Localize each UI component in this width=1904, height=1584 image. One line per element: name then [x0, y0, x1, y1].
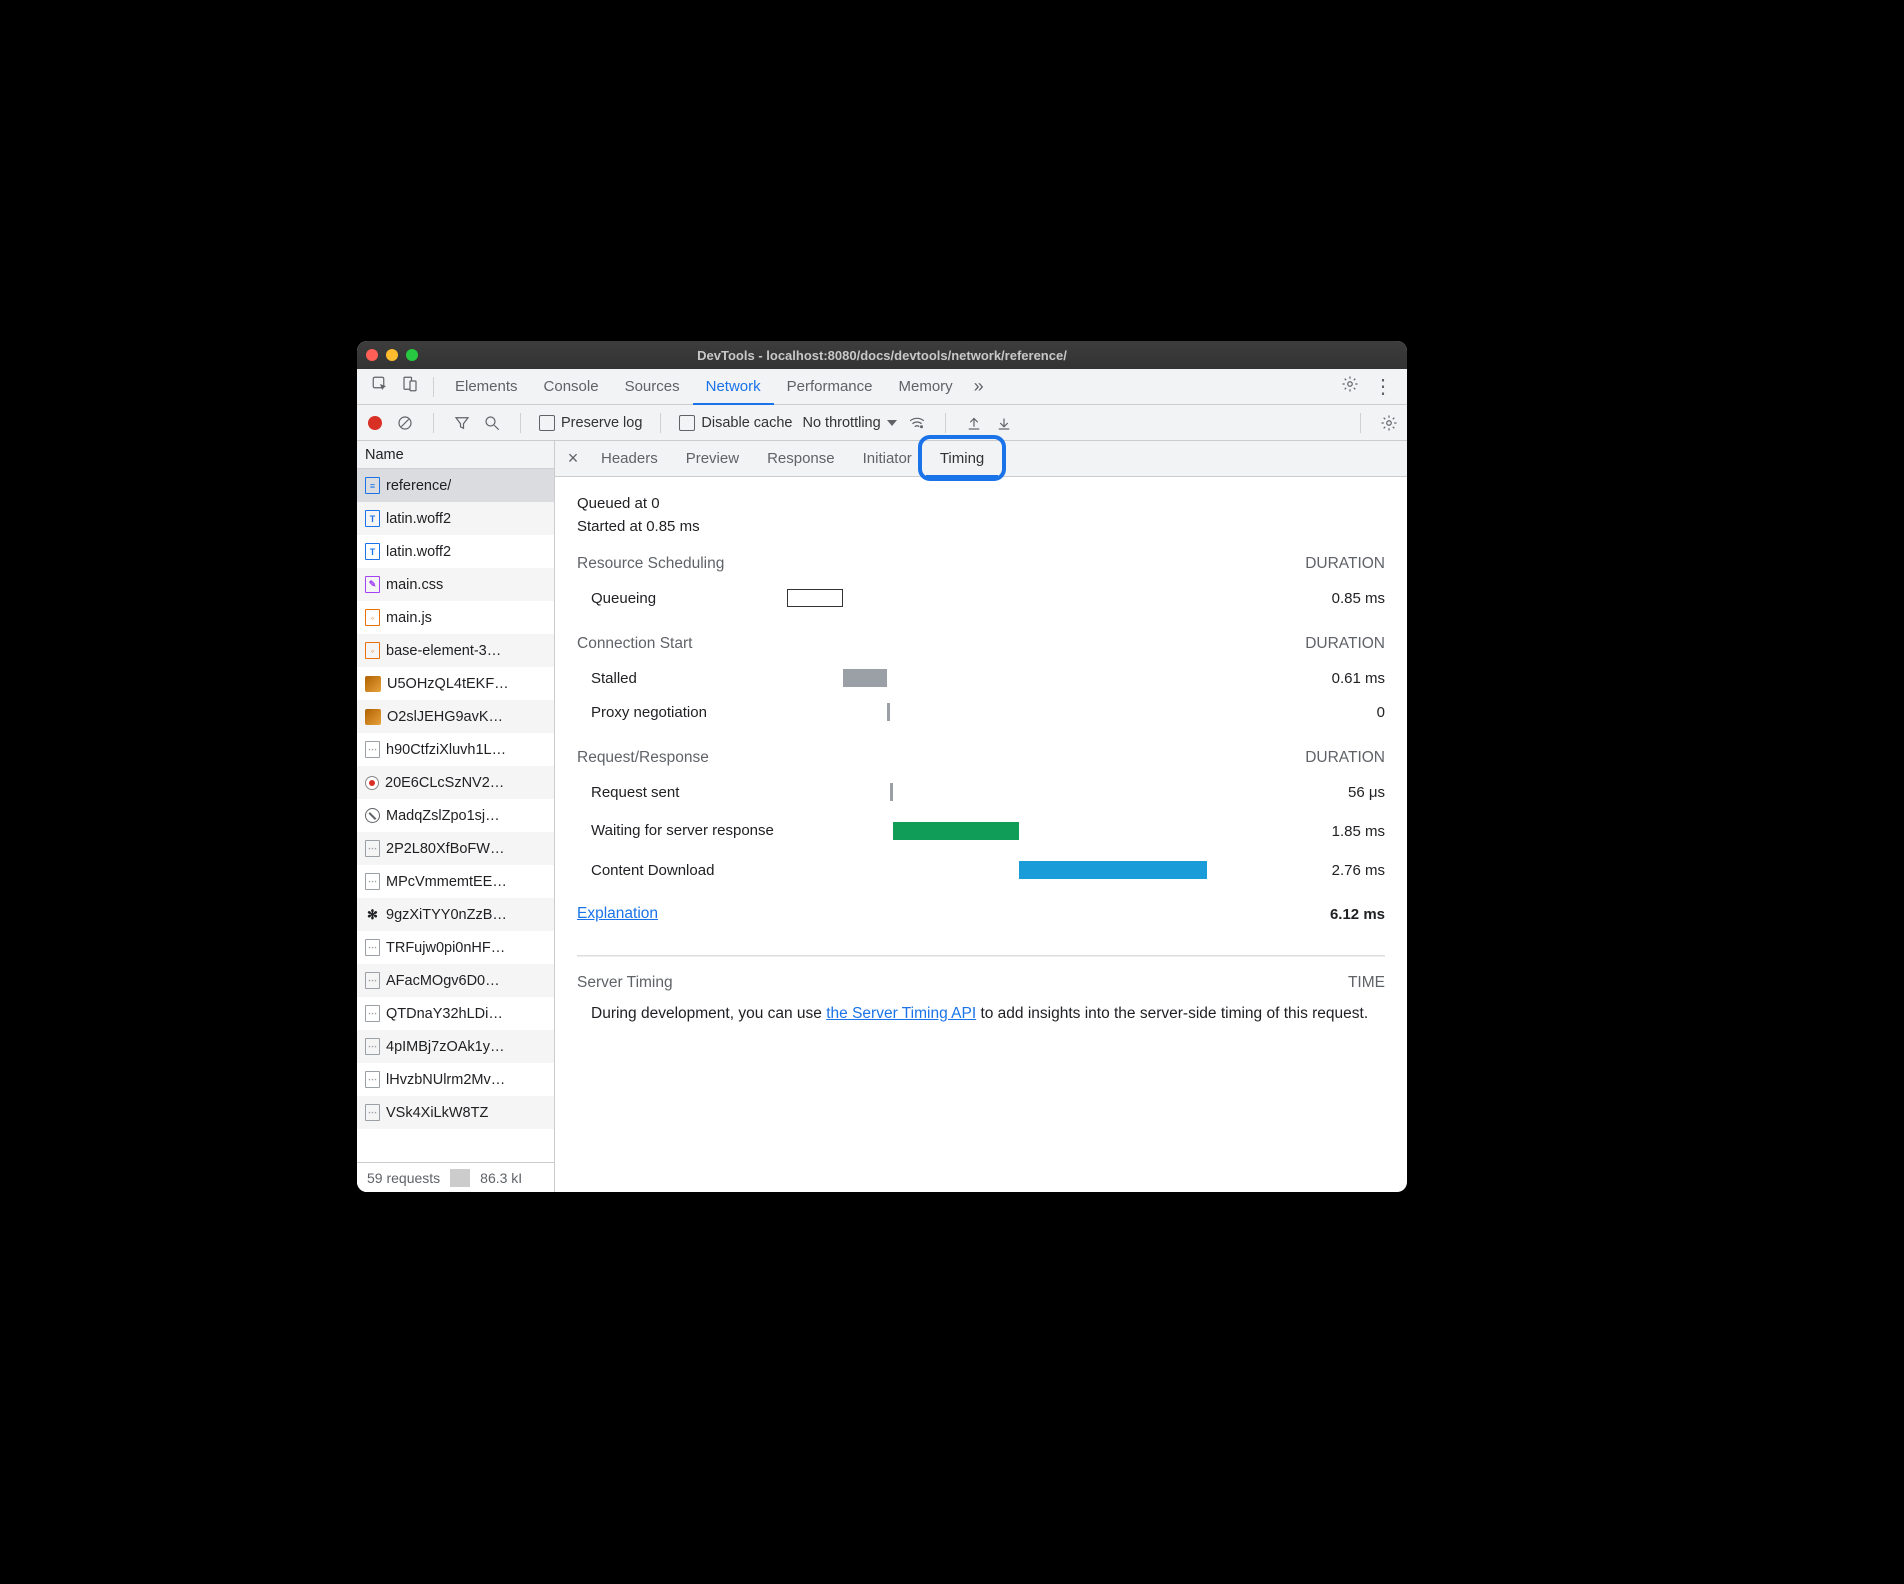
detail-tab-initiator[interactable]: Initiator: [849, 441, 926, 477]
request-row[interactable]: Tlatin.woff2: [357, 502, 554, 535]
detail-tab-preview[interactable]: Preview: [672, 441, 753, 477]
transferred-size: 86.3 kI: [470, 1170, 532, 1186]
server-timing-title: Server Timing: [577, 974, 673, 992]
clear-button[interactable]: [395, 414, 415, 432]
network-toolbar: Preserve log Disable cache No throttling: [357, 405, 1407, 441]
search-icon[interactable]: [482, 414, 502, 432]
tab-elements[interactable]: Elements: [442, 369, 531, 405]
explanation-link[interactable]: Explanation: [577, 905, 658, 923]
request-count: 59 requests: [357, 1170, 450, 1186]
inspect-element-icon[interactable]: [371, 375, 389, 398]
total-time: 6.12 ms: [1330, 906, 1385, 923]
tab-performance[interactable]: Performance: [774, 369, 886, 405]
close-details-icon[interactable]: ×: [559, 448, 587, 469]
request-row[interactable]: 20E6CLcSzNV2…: [357, 766, 554, 799]
timing-row: Stalled0.61 ms: [577, 661, 1385, 695]
timing-row: Waiting for server response1.85 ms: [577, 809, 1385, 853]
server-timing-api-link[interactable]: the Server Timing API: [826, 1005, 976, 1022]
timing-row: Content Download2.76 ms: [577, 853, 1385, 887]
request-row[interactable]: ⋯VSk4XiLkW8TZ: [357, 1096, 554, 1129]
request-row[interactable]: ⋯AFacMOgv6D0…: [357, 964, 554, 997]
details-pane: × HeadersPreviewResponseInitiatorTiming …: [555, 441, 1407, 1192]
request-row[interactable]: ≡reference/: [357, 469, 554, 502]
section-head-connection: Connection StartDURATION: [577, 635, 1385, 653]
device-toolbar-icon[interactable]: [401, 375, 419, 398]
detail-tabs: × HeadersPreviewResponseInitiatorTiming: [555, 441, 1407, 477]
request-list-sidebar: Name ≡reference/Tlatin.woff2Tlatin.woff2…: [357, 441, 555, 1192]
settings-icon[interactable]: [1341, 375, 1359, 398]
request-row[interactable]: ✻9gzXiTYY0nZzB…: [357, 898, 554, 931]
section-head-request: Request/ResponseDURATION: [577, 749, 1385, 767]
download-har-icon[interactable]: [994, 414, 1014, 432]
devtools-window: DevTools - localhost:8080/docs/devtools/…: [357, 341, 1407, 1192]
timing-row: Queueing0.85 ms: [577, 581, 1385, 615]
more-tabs-icon[interactable]: »: [966, 376, 992, 397]
request-row[interactable]: U5OHzQL4tEKF…: [357, 667, 554, 700]
timing-row: Proxy negotiation0: [577, 695, 1385, 729]
request-row[interactable]: ✎main.css: [357, 568, 554, 601]
record-button[interactable]: [365, 416, 385, 430]
titlebar: DevTools - localhost:8080/docs/devtools/…: [357, 341, 1407, 369]
filter-icon[interactable]: [452, 414, 472, 432]
request-row[interactable]: ⋯2P2L80XfBoFW…: [357, 832, 554, 865]
tab-memory[interactable]: Memory: [886, 369, 966, 405]
detail-tab-headers[interactable]: Headers: [587, 441, 672, 477]
preserve-log-checkbox[interactable]: Preserve log: [539, 415, 642, 431]
request-row[interactable]: ◦base-element-3…: [357, 634, 554, 667]
request-row[interactable]: ⋯QTDnaY32hLDi…: [357, 997, 554, 1030]
request-row[interactable]: ⋯TRFujw0pi0nHF…: [357, 931, 554, 964]
section-head-scheduling: Resource SchedulingDURATION: [577, 555, 1385, 573]
timing-row: Request sent56 μs: [577, 775, 1385, 809]
tab-console[interactable]: Console: [531, 369, 612, 405]
request-row[interactable]: ⋯lHvzbNUlrm2Mv…: [357, 1063, 554, 1096]
upload-har-icon[interactable]: [964, 414, 984, 432]
main-tabs-bar: ElementsConsoleSourcesNetworkPerformance…: [357, 369, 1407, 405]
request-row[interactable]: Tlatin.woff2: [357, 535, 554, 568]
request-row[interactable]: ⋯4pIMBj7zOAk1y…: [357, 1030, 554, 1063]
status-bar: 59 requests 86.3 kI: [357, 1162, 554, 1192]
detail-tab-response[interactable]: Response: [753, 441, 849, 477]
network-conditions-icon[interactable]: [907, 414, 927, 432]
throttling-select[interactable]: No throttling: [802, 415, 896, 431]
request-row[interactable]: O2slJEHG9avK…: [357, 700, 554, 733]
name-column-header[interactable]: Name: [357, 441, 554, 469]
request-row[interactable]: ⋯MPcVmmemtEE…: [357, 865, 554, 898]
network-settings-icon[interactable]: [1379, 414, 1399, 432]
server-timing-time-label: TIME: [1348, 974, 1385, 992]
tab-sources[interactable]: Sources: [612, 369, 693, 405]
started-at: Started at 0.85 ms: [577, 518, 1385, 535]
disable-cache-checkbox[interactable]: Disable cache: [679, 415, 792, 431]
queued-at: Queued at 0: [577, 495, 1385, 512]
request-row[interactable]: ⋯h90CtfziXluvh1L…: [357, 733, 554, 766]
more-options-icon[interactable]: ⋮: [1373, 377, 1393, 397]
server-timing-text: During development, you can use the Serv…: [577, 1002, 1385, 1025]
request-row[interactable]: MadqZslZpo1sj…: [357, 799, 554, 832]
request-row[interactable]: ◦main.js: [357, 601, 554, 634]
chevron-down-icon: [887, 420, 897, 426]
detail-tab-timing[interactable]: Timing: [926, 441, 998, 477]
tab-network[interactable]: Network: [693, 369, 774, 405]
window-title: DevTools - localhost:8080/docs/devtools/…: [357, 348, 1407, 363]
